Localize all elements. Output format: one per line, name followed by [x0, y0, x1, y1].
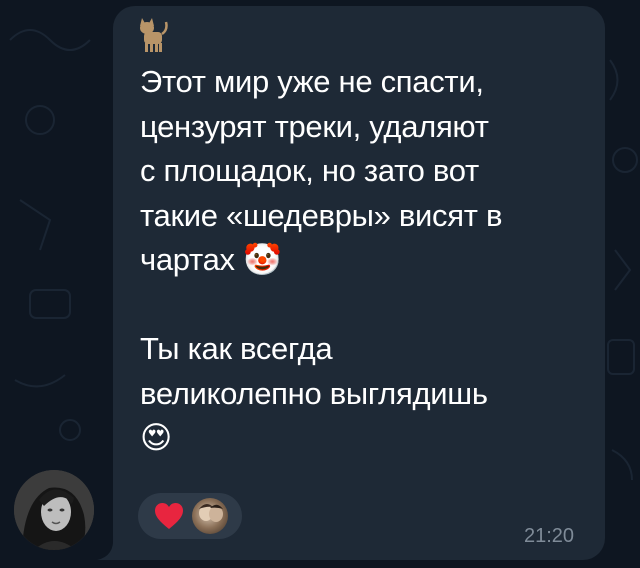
- bubble-tail: [97, 536, 121, 560]
- heart-icon: [155, 503, 183, 529]
- sender-avatar[interactable]: [14, 470, 94, 550]
- message-text: Этот мир уже не спасти, цензурят треки, …: [140, 64, 503, 455]
- message-timestamp: 21:20: [524, 525, 575, 547]
- reaction-chip[interactable]: [138, 493, 242, 539]
- cat-sticker-icon: [140, 18, 168, 52]
- reactor-avatar: [192, 498, 228, 534]
